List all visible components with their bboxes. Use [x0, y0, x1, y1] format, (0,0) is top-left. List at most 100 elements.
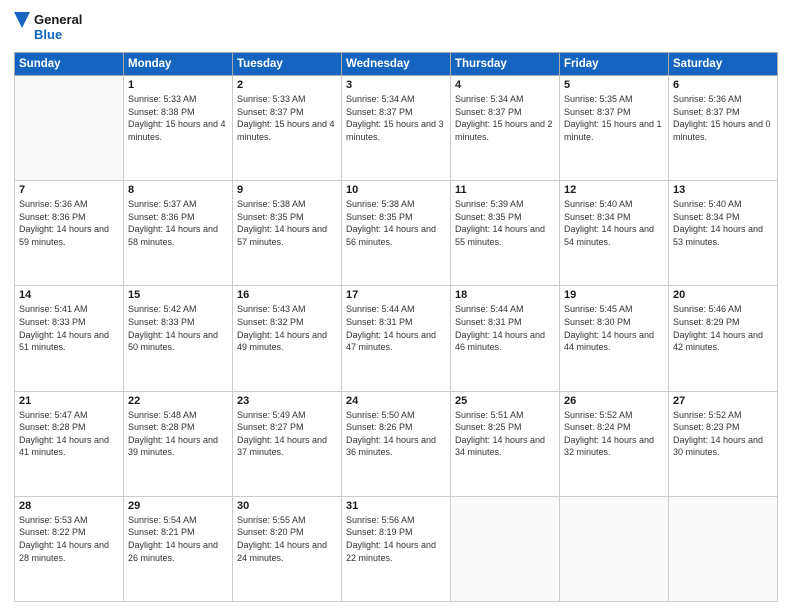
day-cell: 27 Sunrise: 5:52 AMSunset: 8:23 PMDaylig… [669, 391, 778, 496]
day-info: Sunrise: 5:46 AMSunset: 8:29 PMDaylight:… [673, 304, 763, 352]
day-cell: 15 Sunrise: 5:42 AMSunset: 8:33 PMDaylig… [124, 286, 233, 391]
day-number: 5 [564, 79, 664, 91]
day-cell: 25 Sunrise: 5:51 AMSunset: 8:25 PMDaylig… [451, 391, 560, 496]
day-cell: 18 Sunrise: 5:44 AMSunset: 8:31 PMDaylig… [451, 286, 560, 391]
day-cell: 30 Sunrise: 5:55 AMSunset: 8:20 PMDaylig… [233, 496, 342, 601]
day-number: 3 [346, 79, 446, 91]
day-info: Sunrise: 5:42 AMSunset: 8:33 PMDaylight:… [128, 304, 218, 352]
day-cell [15, 76, 124, 181]
day-number: 21 [19, 395, 119, 407]
weekday-header-wednesday: Wednesday [342, 53, 451, 76]
day-info: Sunrise: 5:47 AMSunset: 8:28 PMDaylight:… [19, 410, 109, 458]
day-cell: 24 Sunrise: 5:50 AMSunset: 8:26 PMDaylig… [342, 391, 451, 496]
day-info: Sunrise: 5:34 AMSunset: 8:37 PMDaylight:… [346, 94, 444, 142]
day-info: Sunrise: 5:36 AMSunset: 8:37 PMDaylight:… [673, 94, 771, 142]
day-number: 7 [19, 184, 119, 196]
day-info: Sunrise: 5:48 AMSunset: 8:28 PMDaylight:… [128, 410, 218, 458]
day-cell: 31 Sunrise: 5:56 AMSunset: 8:19 PMDaylig… [342, 496, 451, 601]
day-info: Sunrise: 5:55 AMSunset: 8:20 PMDaylight:… [237, 515, 327, 563]
day-info: Sunrise: 5:41 AMSunset: 8:33 PMDaylight:… [19, 304, 109, 352]
week-row-4: 21 Sunrise: 5:47 AMSunset: 8:28 PMDaylig… [15, 391, 778, 496]
day-number: 10 [346, 184, 446, 196]
day-number: 31 [346, 500, 446, 512]
page: General Blue SundayMondayTuesdayWednesda… [0, 0, 792, 612]
day-info: Sunrise: 5:40 AMSunset: 8:34 PMDaylight:… [564, 199, 654, 247]
day-number: 24 [346, 395, 446, 407]
week-row-2: 7 Sunrise: 5:36 AMSunset: 8:36 PMDayligh… [15, 181, 778, 286]
weekday-header-row: SundayMondayTuesdayWednesdayThursdayFrid… [15, 53, 778, 76]
day-number: 4 [455, 79, 555, 91]
day-info: Sunrise: 5:50 AMSunset: 8:26 PMDaylight:… [346, 410, 436, 458]
header: General Blue [14, 10, 778, 46]
day-number: 20 [673, 289, 773, 301]
day-cell: 4 Sunrise: 5:34 AMSunset: 8:37 PMDayligh… [451, 76, 560, 181]
day-info: Sunrise: 5:37 AMSunset: 8:36 PMDaylight:… [128, 199, 218, 247]
weekday-header-saturday: Saturday [669, 53, 778, 76]
day-cell: 14 Sunrise: 5:41 AMSunset: 8:33 PMDaylig… [15, 286, 124, 391]
day-cell [669, 496, 778, 601]
day-number: 1 [128, 79, 228, 91]
day-cell: 11 Sunrise: 5:39 AMSunset: 8:35 PMDaylig… [451, 181, 560, 286]
day-info: Sunrise: 5:43 AMSunset: 8:32 PMDaylight:… [237, 304, 327, 352]
day-number: 28 [19, 500, 119, 512]
day-info: Sunrise: 5:52 AMSunset: 8:23 PMDaylight:… [673, 410, 763, 458]
day-cell: 12 Sunrise: 5:40 AMSunset: 8:34 PMDaylig… [560, 181, 669, 286]
day-number: 9 [237, 184, 337, 196]
day-cell: 29 Sunrise: 5:54 AMSunset: 8:21 PMDaylig… [124, 496, 233, 601]
logo-text: General Blue [34, 13, 82, 43]
day-number: 22 [128, 395, 228, 407]
week-row-1: 1 Sunrise: 5:33 AMSunset: 8:38 PMDayligh… [15, 76, 778, 181]
day-cell: 5 Sunrise: 5:35 AMSunset: 8:37 PMDayligh… [560, 76, 669, 181]
day-info: Sunrise: 5:33 AMSunset: 8:37 PMDaylight:… [237, 94, 335, 142]
day-number: 11 [455, 184, 555, 196]
day-number: 18 [455, 289, 555, 301]
day-number: 19 [564, 289, 664, 301]
day-number: 26 [564, 395, 664, 407]
day-info: Sunrise: 5:36 AMSunset: 8:36 PMDaylight:… [19, 199, 109, 247]
day-number: 12 [564, 184, 664, 196]
day-info: Sunrise: 5:38 AMSunset: 8:35 PMDaylight:… [237, 199, 327, 247]
day-cell [451, 496, 560, 601]
day-number: 13 [673, 184, 773, 196]
day-cell: 3 Sunrise: 5:34 AMSunset: 8:37 PMDayligh… [342, 76, 451, 181]
logo-container: General Blue [14, 10, 82, 46]
day-info: Sunrise: 5:51 AMSunset: 8:25 PMDaylight:… [455, 410, 545, 458]
day-number: 27 [673, 395, 773, 407]
day-number: 14 [19, 289, 119, 301]
day-number: 25 [455, 395, 555, 407]
day-info: Sunrise: 5:53 AMSunset: 8:22 PMDaylight:… [19, 515, 109, 563]
logo-general: General [34, 13, 82, 28]
weekday-header-tuesday: Tuesday [233, 53, 342, 76]
day-cell: 19 Sunrise: 5:45 AMSunset: 8:30 PMDaylig… [560, 286, 669, 391]
day-number: 17 [346, 289, 446, 301]
day-cell: 20 Sunrise: 5:46 AMSunset: 8:29 PMDaylig… [669, 286, 778, 391]
weekday-header-monday: Monday [124, 53, 233, 76]
day-cell: 16 Sunrise: 5:43 AMSunset: 8:32 PMDaylig… [233, 286, 342, 391]
weekday-header-friday: Friday [560, 53, 669, 76]
weekday-header-sunday: Sunday [15, 53, 124, 76]
day-cell: 6 Sunrise: 5:36 AMSunset: 8:37 PMDayligh… [669, 76, 778, 181]
day-info: Sunrise: 5:44 AMSunset: 8:31 PMDaylight:… [346, 304, 436, 352]
day-cell: 9 Sunrise: 5:38 AMSunset: 8:35 PMDayligh… [233, 181, 342, 286]
day-info: Sunrise: 5:45 AMSunset: 8:30 PMDaylight:… [564, 304, 654, 352]
calendar-table: SundayMondayTuesdayWednesdayThursdayFrid… [14, 52, 778, 602]
day-cell: 22 Sunrise: 5:48 AMSunset: 8:28 PMDaylig… [124, 391, 233, 496]
day-info: Sunrise: 5:40 AMSunset: 8:34 PMDaylight:… [673, 199, 763, 247]
day-info: Sunrise: 5:39 AMSunset: 8:35 PMDaylight:… [455, 199, 545, 247]
logo-blue: Blue [34, 28, 82, 43]
day-info: Sunrise: 5:38 AMSunset: 8:35 PMDaylight:… [346, 199, 436, 247]
weekday-header-thursday: Thursday [451, 53, 560, 76]
day-number: 29 [128, 500, 228, 512]
logo-triangle-icon [14, 10, 32, 46]
logo: General Blue [14, 10, 82, 46]
week-row-5: 28 Sunrise: 5:53 AMSunset: 8:22 PMDaylig… [15, 496, 778, 601]
day-number: 16 [237, 289, 337, 301]
day-number: 30 [237, 500, 337, 512]
day-info: Sunrise: 5:56 AMSunset: 8:19 PMDaylight:… [346, 515, 436, 563]
day-info: Sunrise: 5:33 AMSunset: 8:38 PMDaylight:… [128, 94, 226, 142]
day-cell [560, 496, 669, 601]
day-info: Sunrise: 5:49 AMSunset: 8:27 PMDaylight:… [237, 410, 327, 458]
day-cell: 8 Sunrise: 5:37 AMSunset: 8:36 PMDayligh… [124, 181, 233, 286]
day-cell: 13 Sunrise: 5:40 AMSunset: 8:34 PMDaylig… [669, 181, 778, 286]
day-cell: 28 Sunrise: 5:53 AMSunset: 8:22 PMDaylig… [15, 496, 124, 601]
